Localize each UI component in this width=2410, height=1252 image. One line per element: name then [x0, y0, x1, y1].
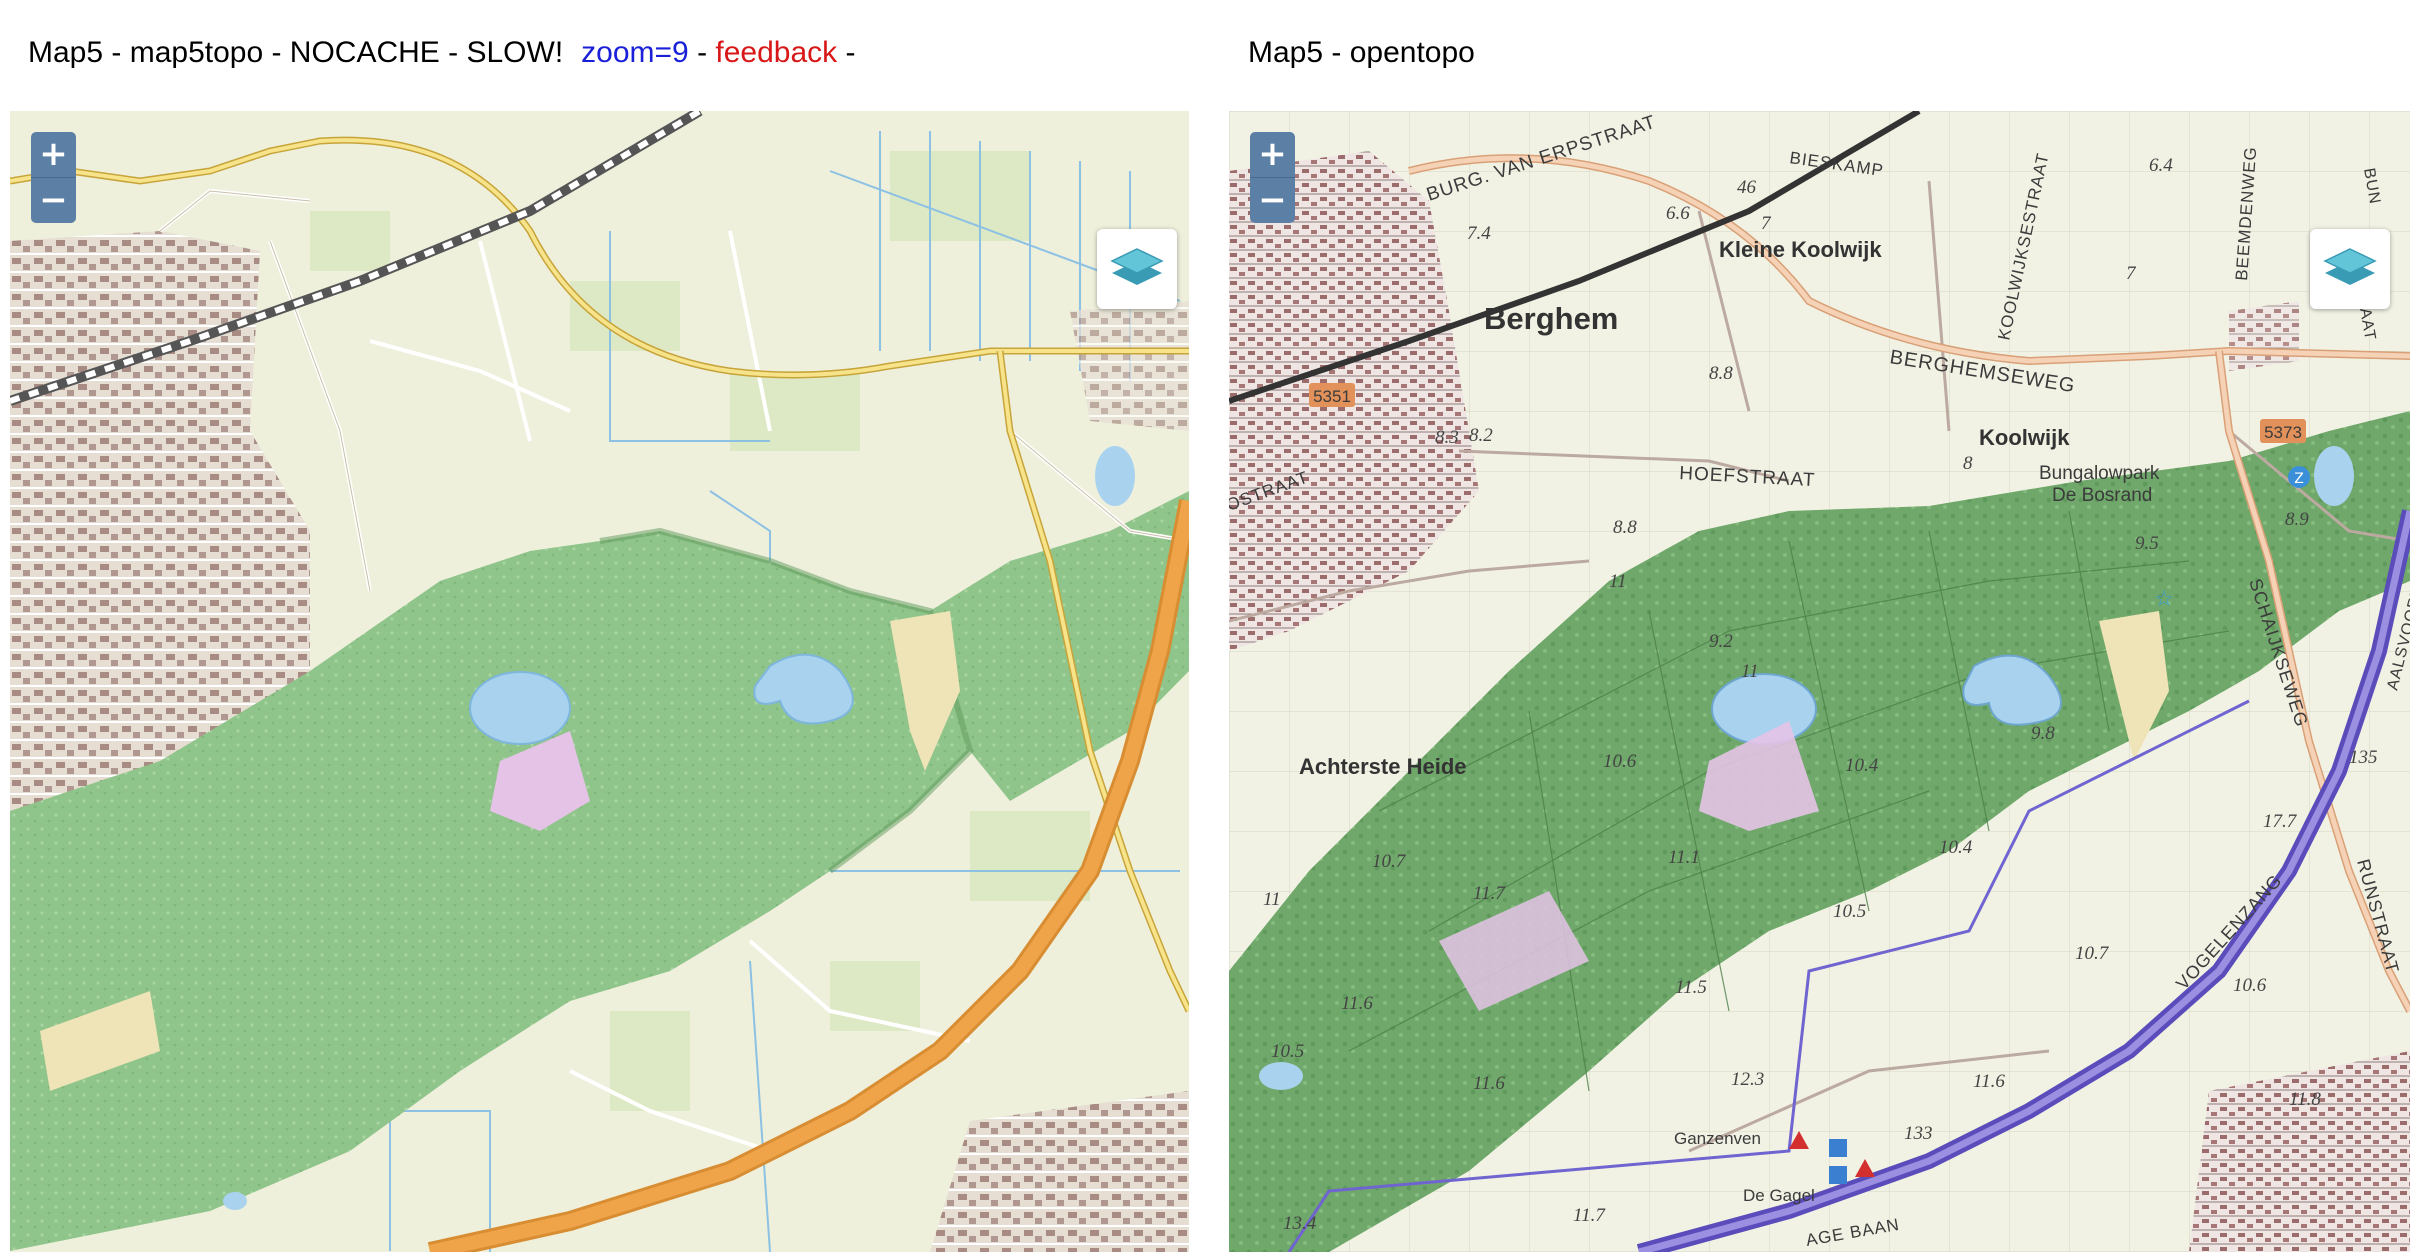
spot-height: 10.4 [1845, 755, 1879, 776]
label-kleine-koolwijk: Kleine Koolwijk [1719, 237, 1882, 262]
spot-height: 11.7 [1473, 883, 1506, 904]
label-koolwijk: Koolwijk [1979, 425, 2070, 450]
spot-height: 8.8 [1709, 363, 1733, 384]
spot-height: 10.7 [2075, 943, 2110, 964]
right-map-canvas[interactable]: 5351 5373 Z ☆ Berghem Kleine Koolwijk Ko… [1229, 111, 2410, 1252]
spot-height: 8.8 [1613, 517, 1637, 538]
spot-height: 6.4 [2149, 155, 2173, 176]
spot-height: 10.6 [1603, 751, 1637, 772]
label-de-gagel: De Gagel [1743, 1186, 1815, 1205]
label-ganzenven: Ganzenven [1674, 1129, 1761, 1148]
road-ref-5373: 5373 [2264, 423, 2302, 442]
spot-height: 7 [2126, 263, 2137, 284]
parking-icon [1829, 1139, 1847, 1157]
separator: - [837, 36, 856, 69]
label-bungalowpark: Bungalowpark [2039, 463, 2160, 484]
spot-height: 11.8 [2289, 1089, 2321, 1110]
left-map-title: Map5 - map5topo - NOCACHE - SLOW! [28, 36, 564, 69]
left-map-canvas[interactable] [10, 111, 1189, 1252]
spot-height: 8.9 [2285, 509, 2309, 530]
spot-height: 11 [1741, 661, 1759, 682]
spot-height: 11.1 [1668, 847, 1700, 868]
pond [2314, 446, 2354, 506]
zoom-out-button[interactable]: − [1250, 177, 1295, 223]
zoom-link[interactable]: zoom=9 [581, 36, 689, 69]
spot-height: 9.2 [1709, 631, 1733, 652]
spot-height: 7.4 [1467, 223, 1491, 244]
road-ref-5351: 5351 [1313, 387, 1351, 406]
zoom-control: + − [1250, 132, 1295, 223]
pond [1259, 1062, 1303, 1090]
left-map[interactable]: + − [10, 111, 1189, 1252]
spot-height: 46 [1737, 177, 1757, 198]
swimming-icon-glyph: Z [2294, 471, 2304, 487]
label-de-bosrand: De Bosrand [2052, 485, 2152, 506]
zoom-control: + − [31, 132, 76, 223]
spot-height: 7 [1761, 213, 1772, 234]
spot-height: 10.5 [1833, 901, 1866, 922]
spot-height: 8.3 [1435, 427, 1459, 448]
spot-height: 11.6 [1973, 1071, 2005, 1092]
label-berghem: Berghem [1484, 301, 1618, 336]
spot-height: 9.8 [2031, 723, 2055, 744]
spot-height: 11.7 [1573, 1205, 1606, 1226]
right-map[interactable]: 5351 5373 Z ☆ Berghem Kleine Koolwijk Ko… [1229, 111, 2410, 1252]
separator: - [688, 36, 716, 69]
spot-height: 11.6 [1473, 1073, 1505, 1094]
left-map-header: Map5 - map5topo - NOCACHE - SLOW! zoom=9 … [28, 36, 856, 70]
layers-icon [2323, 248, 2377, 285]
zoom-in-button[interactable]: + [1250, 132, 1295, 177]
spot-height: 11 [1263, 889, 1281, 910]
layers-button[interactable] [2310, 229, 2390, 309]
label-achterste-heide: Achterste Heide [1299, 754, 1467, 779]
zoom-in-button[interactable]: + [31, 132, 76, 177]
spot-height: 10.5 [1271, 1041, 1304, 1062]
pond [223, 1192, 247, 1210]
right-map-title: Map5 - opentopo [1248, 36, 1475, 69]
spot-height: 135 [2349, 747, 2378, 768]
lake [469, 671, 571, 745]
spot-height: 8.2 [1469, 425, 1493, 446]
pond [1095, 446, 1135, 506]
spot-height: 11.5 [1675, 977, 1707, 998]
spot-height: 10.4 [1939, 837, 1973, 858]
spot-height: 17.7 [2263, 811, 2298, 832]
layers-icon [1110, 248, 1164, 285]
zoom-out-button[interactable]: − [31, 177, 76, 223]
spot-height: 6.6 [1666, 203, 1690, 224]
spot-height: 11 [1609, 571, 1627, 592]
spot-height: 13.4 [1283, 1213, 1317, 1234]
spot-height: 10.7 [1372, 851, 1407, 872]
layers-button[interactable] [1097, 229, 1177, 309]
spot-height: 9.5 [2135, 533, 2159, 554]
spot-height: 8 [1963, 453, 1973, 474]
feedback-link[interactable]: feedback [715, 36, 837, 69]
buildings [2229, 301, 2299, 371]
spot-height: 10.6 [2233, 975, 2267, 996]
spot-height: 12.3 [1731, 1069, 1764, 1090]
spot-height: 11.6 [1341, 993, 1373, 1014]
right-map-header: Map5 - opentopo [1248, 36, 1475, 70]
spot-height: 133 [1904, 1123, 1933, 1144]
star-icon: ☆ [2154, 587, 2174, 612]
parking-icon [1829, 1166, 1847, 1184]
